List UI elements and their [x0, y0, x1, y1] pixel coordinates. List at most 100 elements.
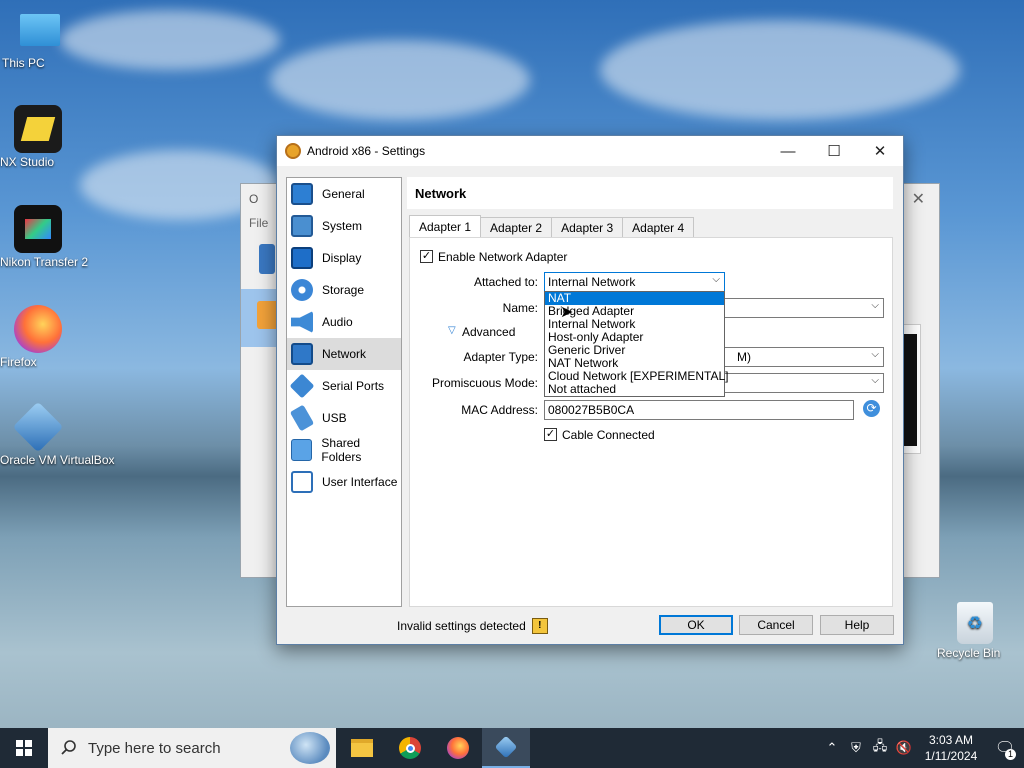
- general-icon: [291, 183, 313, 205]
- chevron-up-icon[interactable]: ⌃: [820, 740, 844, 756]
- security-icon[interactable]: ⛨: [844, 740, 868, 756]
- nav-item-storage[interactable]: Storage: [287, 274, 401, 306]
- expand-triangle-icon[interactable]: ▽: [448, 325, 456, 336]
- taskbar-virtualbox[interactable]: [482, 728, 530, 768]
- tab-adapter-1[interactable]: Adapter 1: [409, 215, 482, 237]
- advanced-toggle[interactable]: Advanced: [462, 325, 515, 339]
- desktop-icon-recycle-bin[interactable]: ♻ Recycle Bin: [937, 602, 1013, 660]
- settings-gear-icon: [285, 143, 301, 159]
- nav-item-network[interactable]: Network: [287, 338, 401, 370]
- adapter-type-value: M): [737, 350, 751, 364]
- nav-item-system[interactable]: System: [287, 210, 401, 242]
- notification-center-button[interactable]: 🗨 1: [986, 728, 1024, 768]
- status-area: Invalid settings detected !: [397, 618, 548, 634]
- adapter-panel: ✓ Enable Network Adapter Attached to: In…: [409, 237, 893, 607]
- desktop-icon-label: Firefox: [0, 355, 37, 369]
- settings-content: Network Adapter 1 Adapter 2 Adapter 3 Ad…: [407, 177, 893, 607]
- desktop-icon-label: NX Studio: [0, 155, 55, 169]
- promiscuous-label: Promiscuous Mode:: [431, 376, 538, 390]
- refresh-icon[interactable]: ⟳: [863, 400, 880, 417]
- taskbar: Type here to search ⌃ ⛨ 🖧 🔇 3:03 AM 1/11…: [0, 728, 1024, 768]
- notification-count: 1: [1005, 749, 1016, 760]
- cable-connected-label: Cable Connected: [562, 428, 655, 442]
- nav-label: Storage: [322, 283, 365, 297]
- chevron-down-icon: ⌵: [871, 349, 879, 360]
- nav-item-user-interface[interactable]: User Interface: [287, 466, 401, 498]
- desktop-icon-this-pc[interactable]: This PC: [2, 10, 78, 70]
- nav-item-audio[interactable]: Audio: [287, 306, 401, 338]
- volume-muted-icon[interactable]: 🔇: [892, 740, 916, 756]
- close-icon[interactable]: ✕: [912, 189, 925, 209]
- enable-adapter-checkbox[interactable]: ✓: [420, 250, 433, 263]
- nav-label: Network: [322, 347, 367, 361]
- taskbar-search-box[interactable]: Type here to search: [48, 728, 336, 768]
- clock[interactable]: 3:03 AM 1/11/2024: [916, 732, 986, 764]
- nav-item-display[interactable]: Display: [287, 242, 401, 274]
- storage-icon: [291, 279, 313, 301]
- network-icon: [291, 343, 313, 365]
- folder-icon: [351, 739, 373, 757]
- attached-to-select[interactable]: Internal Network ⌵: [544, 272, 725, 292]
- chrome-icon: [399, 737, 421, 759]
- desktop-icon-nikon-transfer[interactable]: Nikon Transfer 2: [0, 205, 88, 269]
- nav-item-shared-folders[interactable]: Shared Folders: [287, 434, 401, 466]
- chevron-down-icon: ⌵: [871, 300, 879, 311]
- tools-icon[interactable]: [259, 244, 275, 274]
- computer-icon: [20, 14, 60, 46]
- nav-label: Serial Ports: [322, 379, 385, 393]
- desktop-icon-label: Nikon Transfer 2: [0, 255, 89, 269]
- nav-item-serial-ports[interactable]: Serial Ports: [287, 370, 401, 402]
- tab-adapter-4[interactable]: Adapter 4: [622, 217, 695, 237]
- chevron-down-icon: ⌵: [712, 274, 720, 285]
- vm-list-selected-item[interactable]: [241, 289, 281, 347]
- maximize-button[interactable]: ☐: [811, 136, 857, 166]
- desktop-icon-firefox[interactable]: Firefox: [0, 305, 76, 369]
- tab-adapter-2[interactable]: Adapter 2: [480, 217, 553, 237]
- network-tray-icon[interactable]: 🖧: [868, 737, 892, 759]
- nx-studio-icon: [14, 105, 62, 153]
- cloud: [270, 40, 530, 120]
- help-button[interactable]: Help: [820, 615, 894, 635]
- dialog-title: Android x86 - Settings: [307, 144, 426, 158]
- user-interface-icon: [291, 471, 313, 493]
- nav-item-usb[interactable]: USB: [287, 402, 401, 434]
- dropdown-option-not-attached[interactable]: Not attached: [545, 383, 724, 396]
- taskbar-firefox[interactable]: [434, 728, 482, 768]
- settings-dialog[interactable]: Android x86 - Settings — ☐ ✕ General Sys…: [276, 135, 904, 645]
- taskbar-file-explorer[interactable]: [338, 728, 386, 768]
- warning-icon[interactable]: !: [531, 618, 548, 634]
- window-title-fragment: O: [249, 192, 259, 206]
- nav-label: System: [322, 219, 363, 233]
- cable-connected-checkbox[interactable]: ✓: [544, 428, 557, 441]
- mouse-cursor-icon: ➤: [560, 304, 574, 321]
- taskbar-chrome[interactable]: [386, 728, 434, 768]
- ok-button[interactable]: OK: [659, 615, 733, 635]
- recycle-bin-icon: ♻: [957, 602, 993, 644]
- display-icon: [291, 247, 313, 269]
- serial-ports-icon: [289, 373, 315, 399]
- tab-adapter-3[interactable]: Adapter 3: [551, 217, 624, 237]
- desktop-icon-label: This PC: [2, 56, 45, 70]
- settings-nav: General System Display Storage Audio Net…: [286, 177, 402, 607]
- mac-address-input[interactable]: 080027B5B0CA: [544, 400, 854, 420]
- nav-label: Display: [322, 251, 362, 265]
- system-icon: [291, 215, 313, 237]
- desktop-icon-nx-studio[interactable]: NX Studio: [0, 105, 76, 169]
- nikon-transfer-icon: [14, 205, 62, 253]
- desktop-icon-label: Recycle Bin: [937, 646, 1001, 660]
- dialog-titlebar[interactable]: Android x86 - Settings — ☐ ✕: [277, 136, 903, 166]
- menu-file[interactable]: File: [249, 216, 268, 230]
- minimize-button[interactable]: —: [765, 136, 811, 166]
- attached-to-value: Internal Network: [548, 275, 636, 289]
- firefox-icon: [14, 305, 62, 353]
- mac-address-label: MAC Address:: [461, 403, 538, 417]
- nav-label: USB: [322, 411, 347, 425]
- desktop-icon-virtualbox[interactable]: Oracle VM VirtualBox: [0, 401, 115, 467]
- virtualbox-icon: [12, 401, 64, 453]
- close-button[interactable]: ✕: [857, 136, 903, 166]
- desktop-icon-label: Oracle VM VirtualBox: [0, 453, 115, 467]
- cloud: [600, 20, 960, 120]
- start-button[interactable]: [0, 728, 48, 768]
- nav-item-general[interactable]: General: [287, 178, 401, 210]
- cancel-button[interactable]: Cancel: [739, 615, 813, 635]
